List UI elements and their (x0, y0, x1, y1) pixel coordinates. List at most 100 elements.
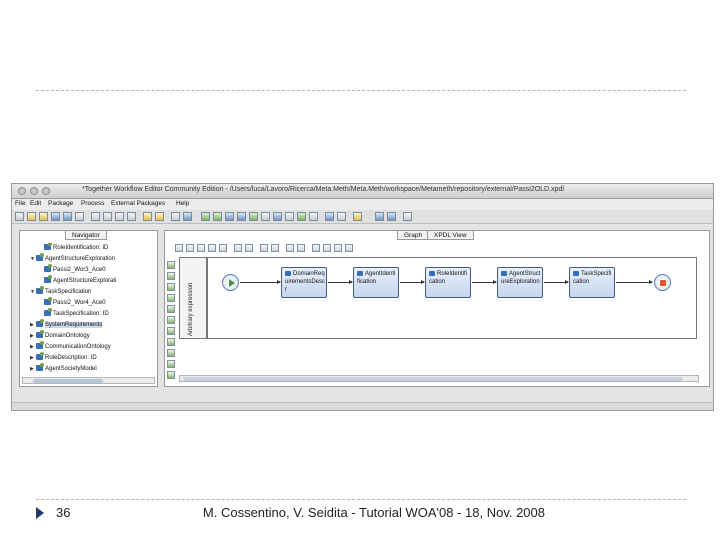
palette-self-transition-icon[interactable] (167, 360, 175, 368)
orientation-icon[interactable] (297, 244, 305, 252)
tree-item[interactable]: ▶ AgentSocietyModel (30, 363, 97, 374)
swimlane-header[interactable]: Arbitrary expression (179, 257, 207, 339)
activity-sets-icon[interactable] (285, 212, 294, 221)
tree-item[interactable]: ▶ RoleDescription: ID (30, 352, 97, 363)
zoom-out-icon[interactable] (387, 212, 396, 221)
open-folder-icon[interactable] (27, 212, 36, 221)
paste-icon[interactable] (115, 212, 124, 221)
insert-participant-icon[interactable] (234, 244, 242, 252)
swimlane-label: Arbitrary expression (188, 282, 194, 336)
transition-arrow[interactable] (328, 280, 353, 284)
tab-navigator[interactable]: Navigator (65, 230, 107, 240)
zoom-in-icon[interactable] (375, 212, 384, 221)
help-icon[interactable] (403, 212, 412, 221)
tree-item[interactable]: ▶ DomainOntology (30, 330, 90, 341)
palette-transition-icon[interactable] (167, 349, 175, 357)
external-packages-icon[interactable] (273, 212, 282, 221)
tree-item[interactable]: ▶ SystemRequirements (30, 319, 103, 330)
scrollbar-thumb[interactable] (33, 379, 103, 383)
settings-icon[interactable] (353, 212, 362, 221)
scrollbar-thumb[interactable] (183, 377, 683, 381)
fit-icon[interactable] (219, 244, 227, 252)
cut-icon[interactable] (91, 212, 100, 221)
save-icon[interactable] (51, 212, 60, 221)
tab-graph[interactable]: Graph (397, 230, 430, 240)
tree-item[interactable]: ▶ CommunicationOntology (30, 341, 111, 352)
package-icon[interactable] (201, 212, 210, 221)
graph-help-icon[interactable] (345, 244, 353, 252)
tab-xpdl-view[interactable]: XPDL View (427, 230, 474, 240)
type-declarations-icon[interactable] (261, 212, 270, 221)
activity-set-icon[interactable] (334, 244, 342, 252)
new-document-icon[interactable] (15, 212, 24, 221)
menu-package[interactable]: Package (48, 200, 73, 207)
swimlane[interactable]: DomainRequirementsDescr AgentIdentificat… (207, 257, 697, 339)
delete-icon[interactable] (127, 212, 136, 221)
menu-help[interactable]: Help (176, 200, 189, 207)
move-down-icon[interactable] (271, 244, 279, 252)
tree-item[interactable]: ▼ AgentStructureExploration (30, 253, 115, 264)
open-package-icon[interactable] (39, 212, 48, 221)
menu-external-packages[interactable]: External Packages (111, 200, 165, 207)
start-node[interactable] (222, 274, 239, 291)
palette-generic-activity-icon[interactable] (167, 272, 175, 280)
graph-horizontal-scrollbar[interactable] (179, 375, 699, 382)
palette-route-icon[interactable] (167, 283, 175, 291)
transition-arrow[interactable] (240, 280, 281, 284)
transition-arrow[interactable] (544, 280, 569, 284)
activities-icon[interactable] (297, 212, 306, 221)
tree-item[interactable]: RoleIdentification: ID (38, 243, 108, 253)
move-up-icon[interactable] (260, 244, 268, 252)
palette-circular-transition-icon[interactable] (167, 371, 175, 379)
palette-tool-icon[interactable] (167, 316, 175, 324)
menu-edit[interactable]: Edit (30, 200, 41, 207)
menu-process[interactable]: Process (81, 200, 104, 207)
transition-arrow[interactable] (400, 280, 425, 284)
zoom-window-button[interactable] (42, 187, 50, 195)
save-as-icon[interactable] (63, 212, 72, 221)
tree-item[interactable]: ▼ TaskSpecification (30, 286, 91, 297)
undo-icon[interactable] (143, 212, 152, 221)
activity-task-specification[interactable]: TaskSpecification (569, 267, 615, 298)
process-icon[interactable] (213, 212, 222, 221)
screenshot-icon[interactable] (312, 244, 320, 252)
palette-subflow-icon[interactable] (167, 294, 175, 302)
participants-icon[interactable] (225, 212, 234, 221)
print-icon[interactable] (337, 212, 346, 221)
activity-domain-requirements[interactable]: DomainRequirementsDescr (281, 267, 327, 298)
navigator-horizontal-scrollbar[interactable] (22, 377, 155, 384)
end-node[interactable] (654, 274, 671, 291)
actual-size-icon[interactable] (208, 244, 216, 252)
activity-agent-identification[interactable]: AgentIdentification (353, 267, 399, 298)
palette-block-icon[interactable] (167, 305, 175, 313)
palette-start-icon[interactable] (167, 327, 175, 335)
find-icon[interactable] (171, 212, 180, 221)
activity-agent-structure-exploration[interactable]: AgentStructureExploration (497, 267, 543, 298)
copy-icon[interactable] (103, 212, 112, 221)
properties-icon[interactable] (183, 212, 192, 221)
rotate-icon[interactable] (286, 244, 294, 252)
palette-select-icon[interactable] (167, 261, 175, 269)
tree-item[interactable]: AgentStructureExplorati (38, 275, 116, 286)
process-properties-icon[interactable] (323, 244, 331, 252)
tree-item[interactable]: Passi2_Wor3_Ace0 (38, 264, 106, 275)
zoom-in-icon[interactable] (186, 244, 194, 252)
menu-file[interactable]: File (15, 200, 25, 207)
transitions-icon[interactable] (309, 212, 318, 221)
minimize-window-button[interactable] (30, 187, 38, 195)
close-document-icon[interactable] (75, 212, 84, 221)
palette-end-icon[interactable] (167, 338, 175, 346)
check-validity-icon[interactable] (325, 212, 334, 221)
transition-arrow[interactable] (616, 280, 653, 284)
redo-icon[interactable] (155, 212, 164, 221)
remove-participant-icon[interactable] (245, 244, 253, 252)
applications-icon[interactable] (237, 212, 246, 221)
zoom-out-icon[interactable] (197, 244, 205, 252)
workflow-relevant-data-icon[interactable] (249, 212, 258, 221)
select-icon[interactable] (175, 244, 183, 252)
activity-role-identification[interactable]: RoleIdentification (425, 267, 471, 298)
tree-item[interactable]: TaskSpecification: ID (38, 308, 109, 319)
transition-arrow[interactable] (472, 280, 497, 284)
tree-item[interactable]: Passi2_Wor4_Ace0 (38, 297, 106, 308)
close-window-button[interactable] (18, 187, 26, 195)
